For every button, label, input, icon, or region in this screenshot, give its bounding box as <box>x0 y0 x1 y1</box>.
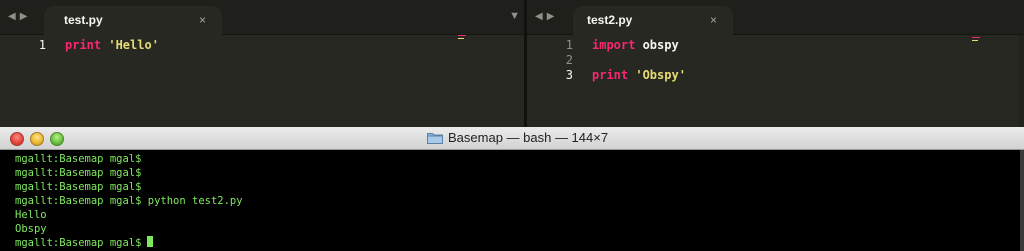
code-token: print <box>592 68 629 82</box>
minimap-icon[interactable] <box>458 35 468 41</box>
terminal-line: mgallt:Basemap mgal$ <box>15 152 1024 166</box>
terminal-line-text: mgallt:Basemap mgal$ <box>15 181 142 193</box>
terminal-line-text: Obspy <box>15 223 47 235</box>
scroll-track[interactable] <box>1018 35 1024 127</box>
terminal-output[interactable]: mgallt:Basemap mgal$ mgallt:Basemap mgal$… <box>15 152 1024 251</box>
terminal-line-text: mgallt:Basemap mgal$ <box>15 153 142 165</box>
close-icon[interactable]: × <box>710 13 717 27</box>
terminal-line: mgallt:Basemap mgal$ <box>15 180 1024 194</box>
editor-pane-right: ◀▶ test2.py × 1 import obspy 2 3 print 'Obsp… <box>527 0 1024 127</box>
line-number: 1 <box>38 38 46 52</box>
window-title: Basemap — bash — 144×7 <box>448 130 609 145</box>
terminal-line: Hello <box>15 208 1024 222</box>
code-token: 'Obspy' <box>635 68 686 82</box>
code-token: import <box>592 38 636 52</box>
terminal-line-text: mgallt:Basemap mgal$ python test2.py <box>15 195 243 207</box>
tab-label: test.py <box>64 13 103 27</box>
code-line[interactable]: print 'Obspy' <box>592 68 686 82</box>
terminal-line: mgallt:Basemap mgal$ <box>15 236 1024 250</box>
tab-nav-arrows: ◀▶ <box>8 11 31 22</box>
folder-icon <box>427 133 443 144</box>
terminal-window: Basemap — bash — 144×7 mgallt:Basemap mg… <box>0 127 1024 251</box>
tab-test2-py[interactable]: test2.py × <box>573 6 733 35</box>
code-token: 'Hello' <box>108 38 159 52</box>
terminal-titlebar[interactable]: Basemap — bash — 144×7 <box>0 127 1024 150</box>
terminal-line: mgallt:Basemap mgal$ <box>15 166 1024 180</box>
back-arrow-icon[interactable]: ◀ <box>535 11 547 22</box>
dropdown-arrow-icon[interactable]: ▼ <box>509 10 520 22</box>
tab-bar-right: ◀▶ test2.py × <box>527 0 1024 35</box>
tab-nav-arrows: ◀▶ <box>535 11 558 22</box>
tab-label: test2.py <box>587 13 633 27</box>
minimize-window-button[interactable] <box>30 132 44 146</box>
line-number: 3 <box>565 68 573 82</box>
terminal-line-text: mgallt:Basemap mgal$ <box>15 167 142 179</box>
minimap-icon[interactable] <box>972 37 982 43</box>
forward-arrow-icon[interactable]: ▶ <box>547 11 559 22</box>
zoom-window-button[interactable] <box>50 132 64 146</box>
tab-test-py[interactable]: test.py × <box>44 6 222 35</box>
terminal-line: Obspy <box>15 222 1024 236</box>
line-number: 2 <box>565 53 573 67</box>
editor-pane-left: ◀▶ test.py × ▼ 1 print 'Hello' <box>0 0 524 127</box>
cursor-icon <box>147 236 154 247</box>
scrollbar[interactable] <box>1020 150 1024 251</box>
code-token: print <box>65 38 102 52</box>
close-icon[interactable]: × <box>199 13 206 27</box>
terminal-line: mgallt:Basemap mgal$ python test2.py <box>15 194 1024 208</box>
back-arrow-icon[interactable]: ◀ <box>8 11 20 22</box>
code-line[interactable]: print 'Hello' <box>65 38 159 52</box>
tab-bar-left: ◀▶ test.py × ▼ <box>0 0 524 35</box>
forward-arrow-icon[interactable]: ▶ <box>20 11 32 22</box>
terminal-line-text: Hello <box>15 209 47 221</box>
line-number: 1 <box>565 38 573 52</box>
terminal-line-text: mgallt:Basemap mgal$ <box>15 237 142 249</box>
code-line[interactable]: import obspy <box>592 38 679 52</box>
close-window-button[interactable] <box>10 132 24 146</box>
code-token: obspy <box>635 38 679 52</box>
